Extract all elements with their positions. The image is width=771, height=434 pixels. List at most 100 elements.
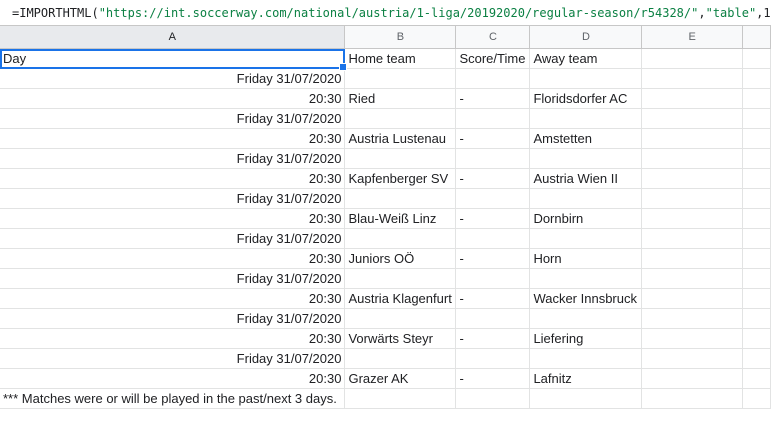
cell-f[interactable]: [742, 168, 771, 189]
cell-f[interactable]: [742, 228, 771, 249]
cell-f[interactable]: [742, 348, 771, 369]
cell-a[interactable]: Friday 31/07/2020: [0, 268, 346, 289]
cell-c[interactable]: -: [455, 368, 531, 389]
cell-d[interactable]: [529, 108, 643, 129]
cell-c[interactable]: -: [455, 88, 531, 109]
cell-e[interactable]: [641, 228, 744, 249]
cell-c[interactable]: [455, 68, 531, 89]
empty-cell[interactable]: [344, 388, 457, 409]
cell-c[interactable]: [455, 188, 531, 209]
column-header-a[interactable]: A: [0, 26, 346, 49]
cell-f[interactable]: [742, 288, 771, 309]
cell-c[interactable]: -: [455, 168, 531, 189]
cell-e[interactable]: [641, 288, 744, 309]
cell-a[interactable]: Friday 31/07/2020: [0, 148, 346, 169]
cell-f[interactable]: [742, 148, 771, 169]
cell-e[interactable]: [641, 248, 744, 269]
cell-d[interactable]: Away team: [529, 48, 643, 69]
cell-d[interactable]: Dornbirn: [529, 208, 643, 229]
cell-a[interactable]: 20:30: [0, 128, 346, 149]
fill-handle[interactable]: [339, 63, 348, 71]
cell-a[interactable]: Day: [0, 48, 348, 71]
cell-d[interactable]: [529, 268, 643, 289]
cell-d[interactable]: Floridsdorfer AC: [529, 88, 643, 109]
empty-cell[interactable]: [742, 388, 771, 409]
cell-d[interactable]: [529, 228, 643, 249]
cell-f[interactable]: [742, 108, 771, 129]
cell-f[interactable]: [742, 308, 771, 329]
cell-b[interactable]: [344, 148, 457, 169]
cell-d[interactable]: Lafnitz: [529, 368, 643, 389]
cell-a[interactable]: 20:30: [0, 368, 346, 389]
cell-b[interactable]: Juniors OÖ: [344, 248, 457, 269]
cell-b[interactable]: Grazer AK: [344, 368, 457, 389]
cell-e[interactable]: [641, 308, 744, 329]
cell-f[interactable]: [742, 208, 771, 229]
cell-f[interactable]: [742, 48, 771, 69]
cell-d[interactable]: Liefering: [529, 328, 643, 349]
cell-f[interactable]: [742, 248, 771, 269]
cell-a[interactable]: 20:30: [0, 328, 346, 349]
cell-b[interactable]: Austria Klagenfurt: [344, 288, 457, 309]
cell-c[interactable]: [455, 348, 531, 369]
cell-b[interactable]: Kapfenberger SV: [344, 168, 457, 189]
cell-b[interactable]: [344, 308, 457, 329]
cell-d[interactable]: [529, 308, 643, 329]
cell-b[interactable]: [344, 68, 457, 89]
cell-e[interactable]: [641, 348, 744, 369]
cell-e[interactable]: [641, 128, 744, 149]
empty-cell[interactable]: [529, 388, 643, 409]
cell-e[interactable]: [641, 268, 744, 289]
cell-d[interactable]: Amstetten: [529, 128, 643, 149]
cell-e[interactable]: [641, 208, 744, 229]
cell-c[interactable]: [455, 308, 531, 329]
cell-c[interactable]: [455, 108, 531, 129]
cell-f[interactable]: [742, 368, 771, 389]
cell-d[interactable]: [529, 348, 643, 369]
empty-cell[interactable]: [455, 388, 531, 409]
cell-e[interactable]: [641, 48, 744, 69]
cell-d[interactable]: Austria Wien II: [529, 168, 643, 189]
cell-e[interactable]: [641, 188, 744, 209]
cell-f[interactable]: [742, 68, 771, 89]
cell-f[interactable]: [742, 328, 771, 349]
cell-b[interactable]: Austria Lustenau: [344, 128, 457, 149]
cell-b[interactable]: [344, 108, 457, 129]
cell-a[interactable]: 20:30: [0, 208, 346, 229]
cell-b[interactable]: [344, 188, 457, 209]
cell-c[interactable]: -: [455, 288, 531, 309]
cell-f[interactable]: [742, 268, 771, 289]
column-header-b[interactable]: B: [344, 26, 457, 49]
cell-e[interactable]: [641, 68, 744, 89]
cell-a[interactable]: Friday 31/07/2020: [0, 108, 346, 129]
cell-c[interactable]: [455, 268, 531, 289]
cell-b[interactable]: [344, 268, 457, 289]
cell-e[interactable]: [641, 88, 744, 109]
cell-c[interactable]: -: [455, 328, 531, 349]
cell-c[interactable]: -: [455, 248, 531, 269]
cell-b[interactable]: Home team: [344, 48, 457, 69]
cell-a[interactable]: Friday 31/07/2020: [0, 308, 346, 329]
cell-e[interactable]: [641, 328, 744, 349]
footer-note-cell[interactable]: *** Matches were or will be played in th…: [0, 388, 346, 409]
cell-a[interactable]: 20:30: [0, 288, 346, 309]
cell-a[interactable]: 20:30: [0, 248, 346, 269]
cell-e[interactable]: [641, 368, 744, 389]
formula-bar[interactable]: =IMPORTHTML("https://int.soccerway.com/n…: [0, 0, 771, 26]
cell-c[interactable]: [455, 228, 531, 249]
column-header-c[interactable]: C: [455, 26, 531, 49]
cell-c[interactable]: -: [455, 208, 531, 229]
cell-f[interactable]: [742, 88, 771, 109]
cell-a[interactable]: 20:30: [0, 168, 346, 189]
cell-f[interactable]: [742, 188, 771, 209]
cell-a[interactable]: Friday 31/07/2020: [0, 68, 346, 89]
cell-b[interactable]: Blau-Weiß Linz: [344, 208, 457, 229]
cell-d[interactable]: Wacker Innsbruck: [529, 288, 643, 309]
cell-e[interactable]: [641, 168, 744, 189]
cell-b[interactable]: [344, 348, 457, 369]
cell-a[interactable]: Friday 31/07/2020: [0, 188, 346, 209]
cell-a[interactable]: 20:30: [0, 88, 346, 109]
empty-cell[interactable]: [641, 388, 744, 409]
cell-d[interactable]: [529, 188, 643, 209]
cell-a[interactable]: Friday 31/07/2020: [0, 228, 346, 249]
